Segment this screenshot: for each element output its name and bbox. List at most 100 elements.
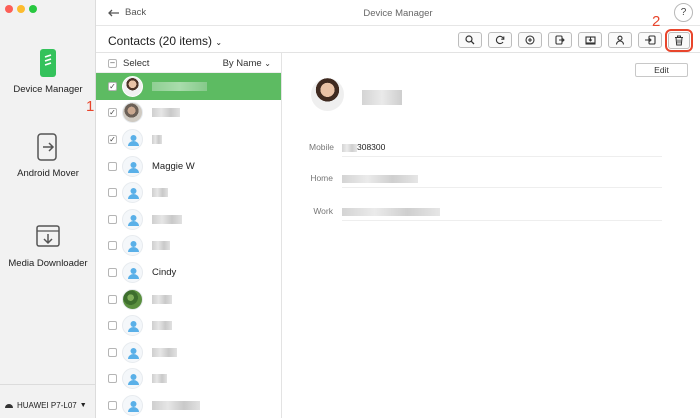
add-button[interactable] — [518, 32, 542, 48]
title-bar: Back Device Manager ? — [96, 0, 700, 26]
sidebar-item-media-downloader[interactable]: Media Downloader — [0, 222, 96, 269]
close-window-button[interactable] — [5, 5, 13, 13]
default-avatar-icon — [122, 368, 143, 390]
row-checkbox[interactable] — [108, 161, 117, 171]
row-checkbox[interactable]: ✓ — [108, 108, 117, 118]
contact-row[interactable] — [96, 312, 281, 339]
row-checkbox[interactable] — [108, 214, 117, 224]
export-button[interactable] — [548, 32, 572, 48]
select-all-checkbox[interactable]: – Select — [108, 58, 149, 69]
contact-row[interactable] — [96, 233, 281, 260]
refresh-button[interactable] — [488, 32, 512, 48]
contact-row[interactable] — [96, 392, 281, 418]
toolbar-actions — [458, 29, 693, 52]
field-mobile: Mobile 308300 — [282, 142, 700, 157]
default-avatar-icon — [122, 315, 143, 337]
step-1-annotation: 1 — [86, 98, 95, 115]
search-button[interactable] — [458, 32, 482, 48]
contact-name-redacted — [152, 134, 162, 144]
default-avatar-icon — [122, 128, 143, 150]
default-avatar-icon — [122, 341, 143, 363]
android-icon — [5, 404, 13, 409]
contacts-category-dropdown[interactable]: Contacts (20 items) ⌄ — [108, 34, 222, 48]
to-computer-button[interactable] — [578, 32, 602, 48]
contact-button[interactable] — [608, 32, 632, 48]
contact-name-redacted — [152, 214, 182, 224]
row-checkbox[interactable] — [108, 188, 117, 198]
chevron-down-icon: ▼ — [79, 401, 87, 409]
device-selector[interactable]: HUAWEI P7-L07 ▼ — [0, 384, 96, 418]
phone-icon — [40, 49, 56, 77]
field-work: Work — [282, 206, 700, 221]
transfer-icon — [37, 133, 57, 161]
app-window: Device Manager Android Mover Media Downl… — [0, 0, 700, 418]
row-checkbox[interactable] — [108, 241, 117, 251]
export-icon — [555, 35, 565, 45]
help-button[interactable]: ? — [674, 3, 693, 22]
download-icon — [36, 225, 60, 247]
contact-photo — [311, 78, 344, 111]
row-checkbox[interactable] — [108, 374, 117, 384]
contact-row[interactable]: ✓ — [96, 126, 281, 153]
field-home: Home — [282, 173, 700, 188]
window-title: Device Manager — [363, 8, 433, 19]
to-computer-icon — [584, 36, 596, 45]
device-name: HUAWEI P7-L07 — [17, 400, 77, 410]
step-2-annotation: 2 — [652, 13, 661, 30]
contact-row[interactable] — [96, 286, 281, 313]
row-checkbox[interactable] — [108, 294, 117, 304]
row-checkbox[interactable] — [108, 267, 117, 277]
sidebar-item-android-mover[interactable]: Android Mover — [0, 132, 96, 179]
contact-row[interactable]: Cindy — [96, 259, 281, 286]
contact-row[interactable] — [96, 179, 281, 206]
sidebar-item-device-manager[interactable]: Device Manager — [0, 48, 96, 95]
contact-name-redacted — [152, 294, 172, 304]
row-checkbox[interactable] — [108, 400, 117, 410]
sidebar-item-label: Android Mover — [17, 168, 79, 179]
contact-row[interactable]: Maggie W — [96, 153, 281, 180]
default-avatar-icon — [122, 261, 143, 283]
contact-detail: Edit Mobile 308300 Home Work — [282, 53, 700, 418]
to-device-button[interactable] — [638, 32, 662, 48]
sort-label: By Name — [222, 58, 262, 69]
row-checkbox[interactable] — [108, 321, 117, 331]
list-header: – Select By Name ⌄ — [96, 53, 281, 73]
contact-name-redacted — [152, 108, 180, 118]
sidebar-item-label: Device Manager — [13, 84, 83, 95]
value-redacted — [342, 144, 357, 152]
default-avatar-icon — [122, 235, 143, 257]
row-checkbox[interactable] — [108, 347, 117, 357]
row-checkbox[interactable]: ✓ — [108, 134, 117, 144]
contact-name-redacted — [152, 347, 177, 357]
edit-button[interactable]: Edit — [635, 63, 688, 77]
field-label: Mobile — [309, 142, 335, 152]
row-checkbox[interactable]: ✓ — [108, 81, 117, 91]
select-all-box: – — [108, 59, 117, 68]
value-redacted[interactable] — [342, 208, 440, 216]
delete-icon — [675, 35, 683, 46]
default-avatar-icon — [122, 208, 143, 230]
default-avatar-icon — [122, 182, 143, 204]
contact-name-redacted — [152, 241, 170, 251]
contact-row[interactable] — [96, 206, 281, 233]
search-icon — [465, 35, 475, 45]
contact-row[interactable]: ✓ — [96, 100, 281, 127]
contact-row[interactable] — [96, 339, 281, 366]
sidebar-item-label: Media Downloader — [8, 258, 88, 269]
value-redacted[interactable] — [342, 175, 418, 183]
delete-button[interactable] — [665, 29, 693, 52]
contact-row[interactable] — [96, 366, 281, 393]
contact-name: Cindy — [152, 266, 177, 278]
field-value[interactable]: 308300 — [357, 142, 385, 152]
contact-name: Maggie W — [152, 160, 195, 172]
default-avatar-icon — [122, 155, 143, 177]
contact-row[interactable]: ✓ — [96, 73, 281, 100]
field-label: Work — [313, 206, 333, 216]
maximize-window-button[interactable] — [29, 5, 37, 13]
device-row: HUAWEI P7-L07 ▼ — [4, 392, 92, 418]
avatar — [122, 75, 143, 97]
default-avatar-icon — [122, 394, 143, 416]
contact-name-redacted — [152, 188, 168, 198]
sort-dropdown[interactable]: By Name ⌄ — [223, 58, 271, 69]
minimize-window-button[interactable] — [17, 5, 25, 13]
